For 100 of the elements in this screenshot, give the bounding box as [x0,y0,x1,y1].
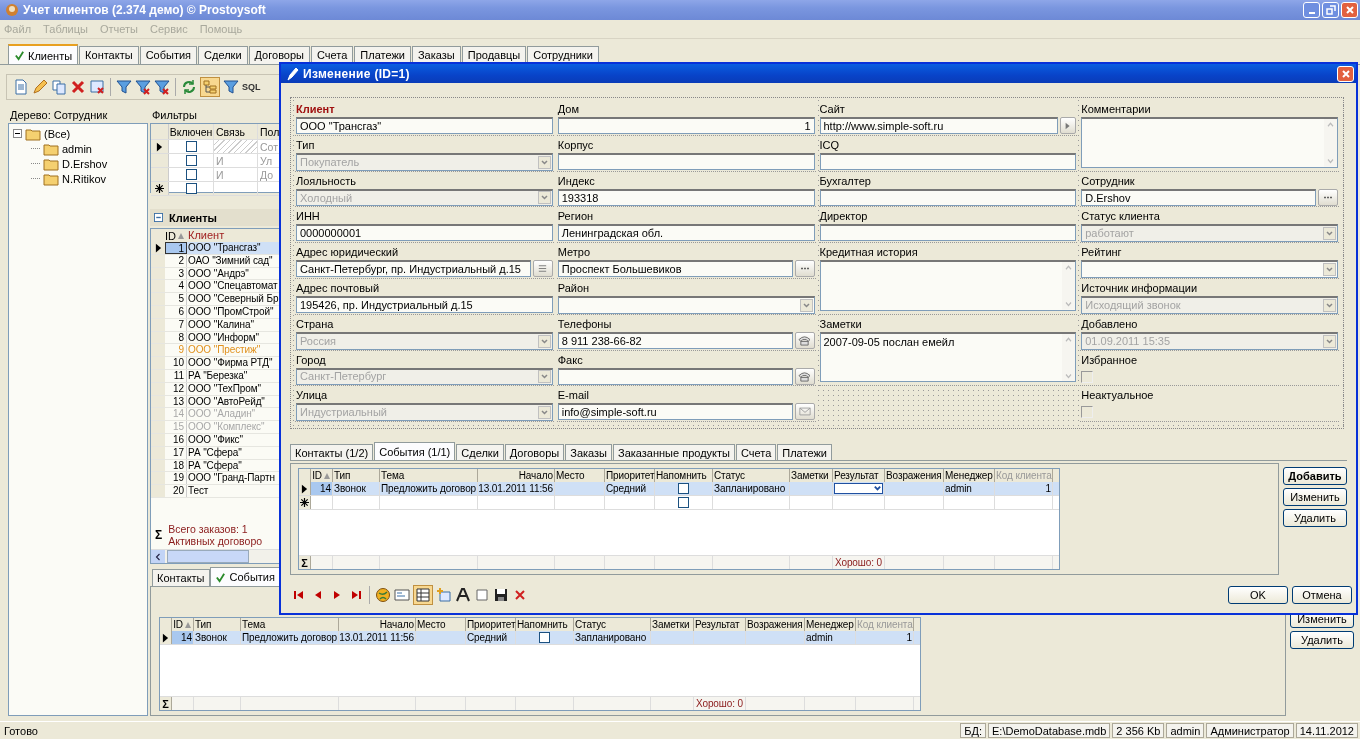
list-button[interactable] [532,260,553,278]
restore-button[interactable] [1322,2,1339,18]
text-field[interactable]: Ленинградская обл. [557,224,815,242]
tab[interactable]: Счета [735,444,777,460]
dropdown-field[interactable] [1081,260,1338,278]
tab[interactable]: Контакты [79,46,139,64]
text-field[interactable]: 193318 [557,188,815,206]
mail-button[interactable] [794,403,815,421]
save-icon[interactable] [493,587,509,603]
pencil-icon[interactable] [32,79,48,95]
text-field[interactable] [557,152,815,170]
text-field[interactable]: 195426, пр. Индустриальный д.15 [296,296,553,313]
column-header[interactable]: Клиент [187,229,225,242]
collapse-icon[interactable] [154,213,163,222]
close-button[interactable] [1337,65,1354,82]
status-text: Готово [3,724,38,737]
font-icon[interactable] [455,587,471,603]
tab[interactable]: События [139,46,198,64]
minimize-button[interactable] [1303,2,1320,18]
tab[interactable]: Контакты (1/2) [290,444,374,460]
delete-icon[interactable] [70,79,86,95]
column-header[interactable]: Связь [214,124,258,139]
text-field[interactable]: D.Ershov [1081,188,1316,206]
collapse-toggle[interactable] [13,129,22,138]
memo-field[interactable] [819,260,1077,311]
tab[interactable]: Контакты [152,569,210,586]
phone-button[interactable] [794,367,815,385]
card-icon[interactable] [394,587,410,603]
checkbox[interactable] [678,497,689,508]
scrollbar[interactable] [1062,262,1076,310]
scrollbar[interactable] [1062,333,1076,382]
filter-remove-icon[interactable] [135,79,151,95]
tree-item[interactable]: N.Ritikov [62,172,106,185]
column-header[interactable]: ID [165,229,187,242]
refresh-icon[interactable] [181,79,197,95]
table-delete-icon[interactable] [89,79,105,95]
checkbox[interactable] [185,155,197,166]
checkbox[interactable] [539,632,550,643]
ellipsis-button[interactable] [794,260,815,278]
phone-button[interactable] [794,331,815,349]
row-indicator[interactable] [151,140,169,153]
go-button[interactable] [1060,117,1077,134]
checkbox[interactable] [1081,406,1094,419]
checkbox[interactable] [185,183,197,194]
tab[interactable]: Сделки [456,444,504,460]
copy-icon[interactable] [51,79,67,95]
text-field[interactable]: info@simple-soft.ru [557,403,793,421]
text-field[interactable]: Санкт-Петербург, пр. Индустриальный д.15 [296,260,531,278]
tab[interactable]: Сделки [198,46,248,64]
checkbox[interactable] [1081,370,1094,383]
sql-button[interactable]: SQL [242,82,261,92]
text-field[interactable]: 8 911 238-66-82 [557,331,793,349]
memo-field[interactable] [1081,117,1338,168]
text-field[interactable] [819,152,1077,170]
tab[interactable]: Заказы [565,444,612,460]
table-row[interactable]: 14 Звонок Предложить договор 13.01.2011 11:56 Средний Запланировано admin 1 [299,482,1059,496]
checkbox[interactable] [185,141,197,152]
action-button[interactable]: Удалить [1290,631,1354,649]
dropdown-field[interactable] [834,483,883,494]
checkbox[interactable] [185,169,197,180]
tree-item[interactable]: (Все) [44,127,71,140]
close-button[interactable] [1341,2,1358,18]
tree-icon[interactable] [202,79,218,95]
filter-icon[interactable] [223,79,239,95]
action-button[interactable]: Добавить [1283,467,1347,485]
dialog-button[interactable]: Отмена [1292,586,1352,604]
table-row[interactable]: 14 Звонок Предложить договор 13.01.2011 11:56 Средний Запланировано admin 1 [160,631,920,645]
new-document-icon[interactable] [13,79,29,95]
text-field[interactable]: http://www.simple-soft.ru [819,117,1059,134]
ellipsis-button[interactable] [1318,188,1338,206]
text-field[interactable] [819,188,1077,206]
dropdown-field[interactable] [557,296,815,314]
action-button[interactable]: Удалить [1283,509,1347,527]
column-header[interactable]: Включен [169,124,214,139]
text-field[interactable]: Проспект Большевиков [557,260,793,278]
action-button[interactable]: Изменить [1283,488,1347,506]
text-field[interactable]: 0000000001 [296,224,553,242]
tree-item[interactable]: admin [62,142,92,155]
tab[interactable]: Клиенты [8,44,79,64]
table-cell: ООО "Спецавтомат [187,280,278,293]
text-field[interactable]: ООО "Трансгаз" [296,117,553,134]
text-field[interactable]: 1 [557,117,815,134]
text-field[interactable] [819,224,1077,242]
scrollbar[interactable] [1324,119,1337,167]
text-field[interactable] [557,367,793,385]
tab[interactable]: Договоры [504,444,565,460]
tree-item[interactable]: D.Ershov [62,157,108,170]
memo-field[interactable]: 2007-09-05 послан емейл [819,331,1077,383]
tab[interactable]: События (1/1) [374,442,456,460]
tab[interactable]: Заказанные продукты [613,444,735,460]
checkbox[interactable] [678,483,689,494]
filter-icon[interactable] [116,79,132,95]
checkbox-icon[interactable] [474,587,490,603]
table-icon[interactable] [415,587,431,603]
dialog-button[interactable]: OK [1228,586,1288,604]
filter-remove-icon[interactable] [154,79,170,95]
tab[interactable]: Договоры [248,46,310,64]
tab[interactable]: События [209,567,280,586]
globe-icon[interactable] [375,587,391,603]
tab[interactable]: Платежи [777,444,832,460]
